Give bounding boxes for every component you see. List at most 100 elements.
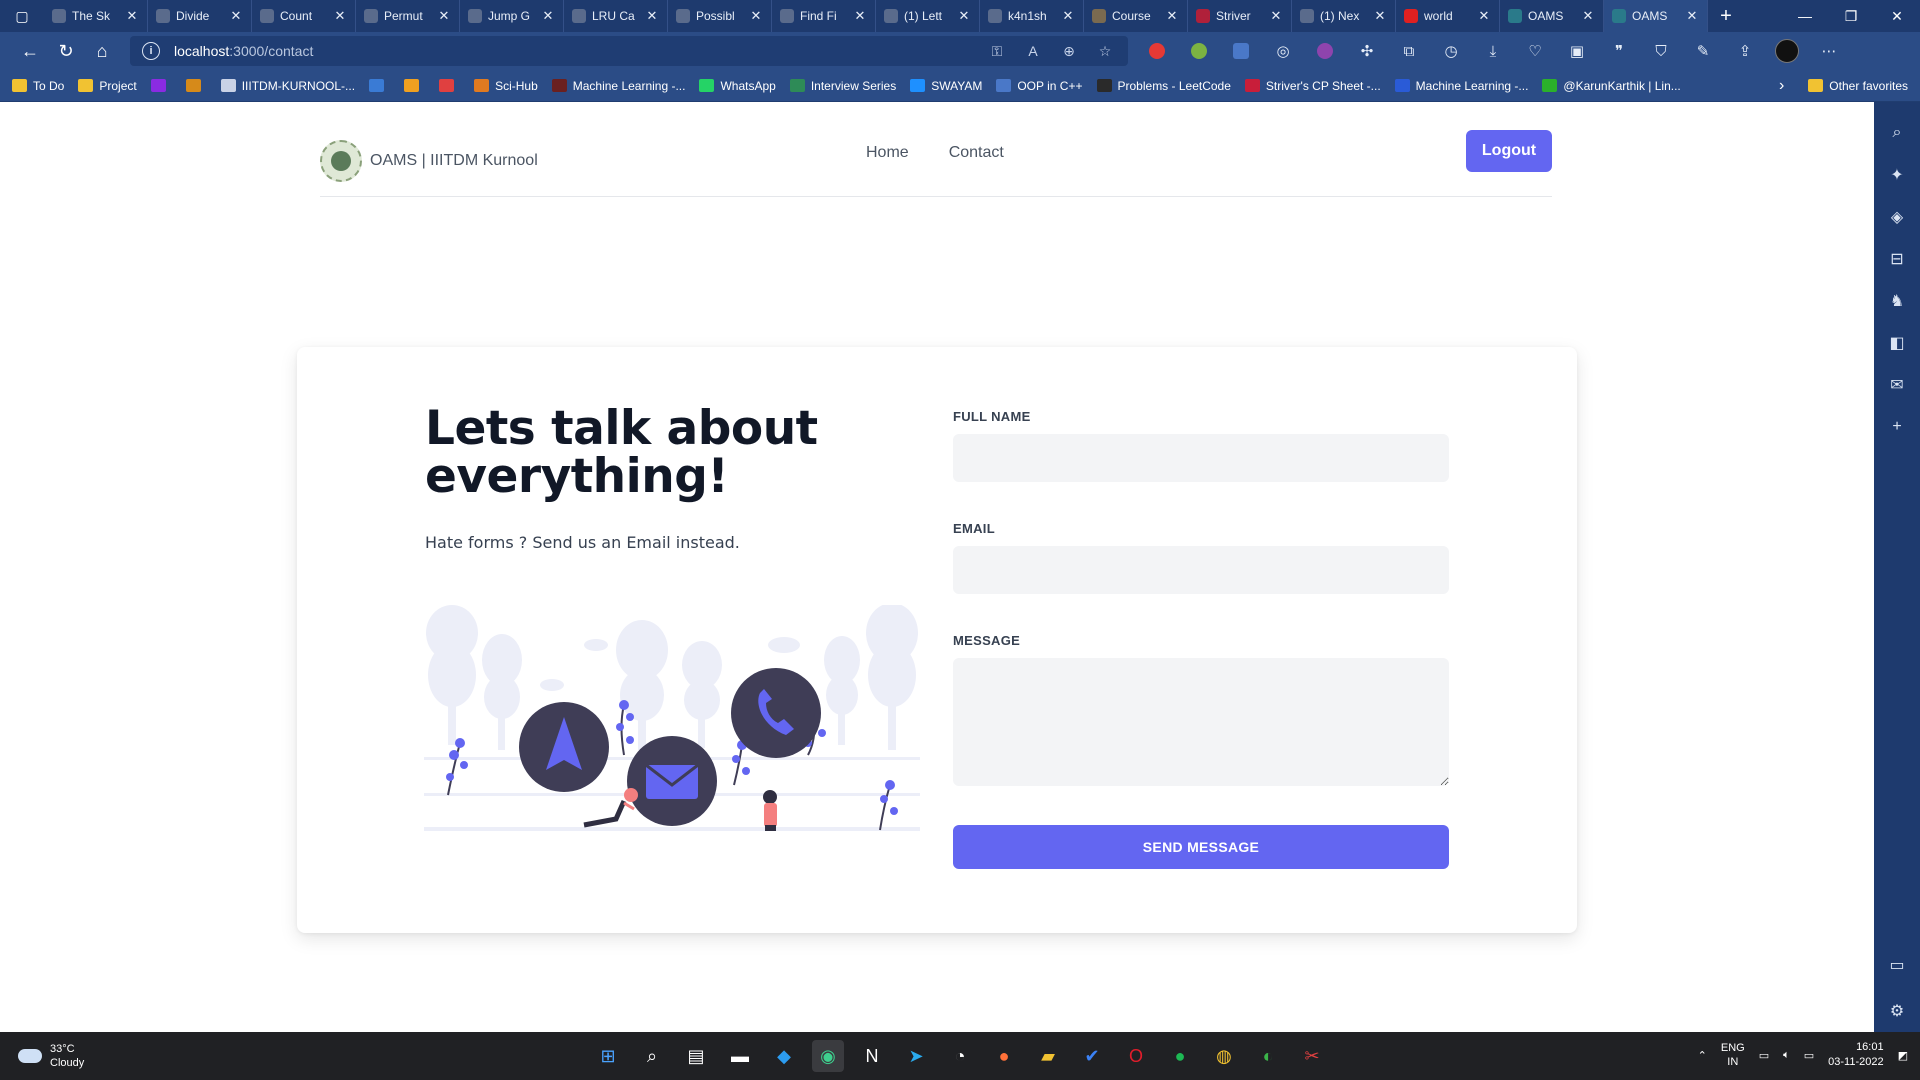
vscode-icon[interactable]: ◆ [768, 1040, 800, 1072]
zoom-icon[interactable]: ⊕ [1054, 43, 1084, 60]
tab-close-icon[interactable]: ✕ [229, 8, 243, 24]
volume-icon[interactable]: 🔈︎ [1783, 1049, 1790, 1062]
extension-red-icon[interactable] [1138, 36, 1176, 66]
browser-tab[interactable]: (1) Nex ✕ [1292, 0, 1396, 32]
bookmark-item[interactable]: Machine Learning -... [1394, 79, 1528, 93]
browser-tab[interactable]: Find Fi ✕ [772, 0, 876, 32]
health-icon[interactable]: ♡ [1516, 36, 1554, 66]
email-input[interactable] [953, 546, 1449, 594]
telegram-icon[interactable]: ➤ [900, 1040, 932, 1072]
tab-close-icon[interactable]: ✕ [1061, 8, 1075, 24]
chevron-right-icon[interactable]: › [1779, 77, 1784, 95]
office-icon[interactable]: ◧ [1882, 328, 1912, 358]
logout-button[interactable]: Logout [1466, 130, 1552, 172]
browser-tab[interactable]: Count ✕ [252, 0, 356, 32]
browser-tab[interactable]: The Sk ✕ [44, 0, 148, 32]
tab-close-icon[interactable]: ✕ [1477, 8, 1491, 24]
tab-close-icon[interactable]: ✕ [853, 8, 867, 24]
bookmark-item[interactable]: OOP in C++ [996, 79, 1083, 93]
browser-tab[interactable]: k4n1sh ✕ [980, 0, 1084, 32]
share-icon[interactable]: ⇪ [1726, 36, 1764, 66]
tab-close-icon[interactable]: ✕ [957, 8, 971, 24]
bookmark-item[interactable]: Project [78, 79, 137, 93]
screenshot-icon[interactable]: ▣ [1558, 36, 1596, 66]
tab-close-icon[interactable]: ✕ [125, 8, 139, 24]
tab-close-icon[interactable]: ✕ [333, 8, 347, 24]
language-indicator[interactable]: ENG IN [1721, 1041, 1745, 1069]
spotify-icon[interactable]: ● [1164, 1040, 1196, 1072]
bookmark-item[interactable] [369, 79, 390, 92]
bookmark-item[interactable]: Interview Series [789, 79, 896, 93]
display-icon[interactable]: ▭ [1759, 1049, 1769, 1062]
outlook-icon[interactable]: ✉ [1882, 370, 1912, 400]
restore-icon[interactable]: ❐ [1828, 8, 1874, 25]
weather-widget[interactable]: 33°C Cloudy [18, 1042, 84, 1070]
browser-tab[interactable]: Striver ✕ [1188, 0, 1292, 32]
tab-close-icon[interactable]: ✕ [1685, 8, 1699, 24]
bookmark-item[interactable] [404, 79, 425, 92]
tab-close-icon[interactable]: ✕ [1581, 8, 1595, 24]
message-textarea[interactable] [953, 658, 1449, 786]
tab-actions-icon[interactable]: ▢ [0, 0, 44, 32]
chrome-canary-icon[interactable]: ◍ [1208, 1040, 1240, 1072]
bookmark-item[interactable]: @KarunKarthik | Lin... [1542, 79, 1681, 93]
more-menu-icon[interactable]: ⋯ [1810, 36, 1848, 66]
bookmark-item[interactable]: IIITDM-KURNOOL-... [220, 79, 355, 93]
new-tab-button[interactable]: + [1708, 5, 1744, 28]
edge-icon[interactable]: ◉ [812, 1040, 844, 1072]
search-icon[interactable]: ⌕ [1882, 118, 1912, 148]
performance-icon[interactable]: ⛉ [1642, 36, 1680, 66]
browser-tab[interactable]: OAMS ✕ [1604, 0, 1708, 32]
settings-gear-icon[interactable]: ⚙ [1882, 996, 1912, 1026]
other-favorites[interactable]: › Other favorites [1779, 77, 1920, 95]
nav-home-link[interactable]: Home [866, 144, 909, 162]
bookmark-item[interactable] [439, 79, 460, 92]
full-name-input[interactable] [953, 434, 1449, 482]
clock[interactable]: 16:01 03-11-2022 [1828, 1040, 1883, 1070]
notion-icon[interactable]: N [856, 1040, 888, 1072]
snipping-tool-icon[interactable]: ✂ [1296, 1040, 1328, 1072]
folder-explorer-icon[interactable]: ▰ [1032, 1040, 1064, 1072]
tray-chevron-icon[interactable]: ⌃ [1698, 1049, 1707, 1062]
tab-close-icon[interactable]: ✕ [1373, 8, 1387, 24]
bookmark-item[interactable]: Striver's CP Sheet -... [1244, 79, 1381, 93]
tab-close-icon[interactable]: ✕ [1165, 8, 1179, 24]
tab-close-icon[interactable]: ✕ [541, 8, 555, 24]
extension-blue-icon[interactable] [1222, 36, 1260, 66]
extension-green-icon[interactable] [1180, 36, 1218, 66]
terminal-icon[interactable]: ▬ [724, 1040, 756, 1072]
bookmark-item[interactable] [185, 79, 207, 92]
tab-close-icon[interactable]: ✕ [749, 8, 763, 24]
bookmark-item[interactable]: Problems - LeetCode [1096, 79, 1231, 93]
browser-tab[interactable]: Course ✕ [1084, 0, 1188, 32]
tab-close-icon[interactable]: ✕ [645, 8, 659, 24]
tab-close-icon[interactable]: ✕ [1269, 8, 1283, 24]
discover-icon[interactable]: ✦ [1882, 160, 1912, 190]
browser-tab[interactable]: world ✕ [1396, 0, 1500, 32]
browser-tab[interactable]: Divide ✕ [148, 0, 252, 32]
tab-close-icon[interactable]: ✕ [437, 8, 451, 24]
bookmark-item[interactable] [150, 79, 172, 92]
send-message-button[interactable]: SEND MESSAGE [953, 825, 1449, 869]
opera-icon[interactable]: O [1120, 1040, 1152, 1072]
browser-tab[interactable]: Permut ✕ [356, 0, 460, 32]
sidebar-layout-icon[interactable]: ▭ [1882, 950, 1912, 980]
extensions-puzzle-icon[interactable]: ✣ [1348, 36, 1386, 66]
extension-target-icon[interactable]: ◎ [1264, 36, 1302, 66]
quote-icon[interactable]: ❞ [1600, 36, 1638, 66]
key-icon[interactable]: ⚿ [982, 43, 1012, 60]
bookmark-item[interactable]: SWAYAM [910, 79, 982, 93]
browser-tab[interactable]: (1) Lett ✕ [876, 0, 980, 32]
collections-icon[interactable]: ⧉ [1390, 36, 1428, 66]
address-bar[interactable]: i localhost:3000/contact ⚿ A ⊕ ☆ [130, 36, 1128, 66]
add-sidebar-icon[interactable]: + [1882, 412, 1912, 442]
browser-tab[interactable]: Possibl ✕ [668, 0, 772, 32]
notifications-icon[interactable]: ◩ [1898, 1049, 1908, 1062]
site-info-icon[interactable]: i [142, 42, 160, 60]
tools-icon[interactable]: ⊟ [1882, 244, 1912, 274]
profile-avatar[interactable] [1768, 36, 1806, 66]
bookmark-item[interactable]: Sci-Hub [474, 79, 538, 93]
history-icon[interactable]: ◷ [1432, 36, 1470, 66]
minimize-icon[interactable]: — [1782, 8, 1828, 25]
shopping-tag-icon[interactable]: ◈ [1882, 202, 1912, 232]
